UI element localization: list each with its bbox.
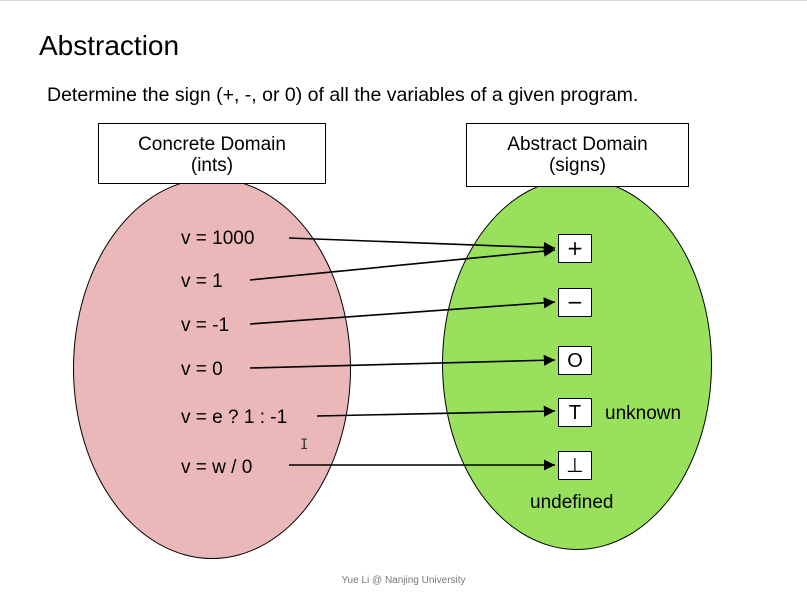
abstract-symbol-bottom: ⊥ xyxy=(558,451,592,480)
abstract-symbol-zero: O xyxy=(558,346,592,375)
arrow-0-to-zero xyxy=(249,354,556,369)
text-cursor-icon: I xyxy=(300,437,309,453)
abstract-symbol-minus: − xyxy=(558,288,592,317)
abstract-symbol-plus: + xyxy=(558,234,592,263)
mapping-arrows xyxy=(249,237,556,471)
arrow-ternary-to-top xyxy=(316,405,556,417)
arrow-minus1-to-minus xyxy=(249,297,556,325)
label-undefined: undefined xyxy=(530,492,614,513)
abstract-symbol-top: T xyxy=(558,398,592,427)
arrow-1000-to-plus xyxy=(288,237,556,254)
arrow-1-to-plus xyxy=(249,245,556,281)
label-unknown: unknown xyxy=(605,403,682,424)
slide-footer: Yue Li @ Nanjing University xyxy=(341,575,466,586)
